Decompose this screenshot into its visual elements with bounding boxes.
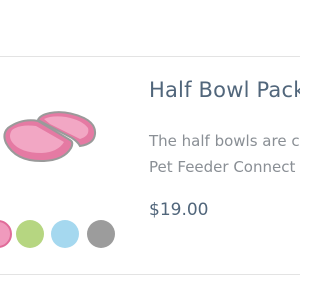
description-line-1: The half bowls are co [149,132,300,150]
product-description: The half bowls are co Pet Feeder Connect… [149,128,300,180]
product-price: $19.00 [149,200,209,220]
color-swatch-green[interactable] [16,220,44,248]
color-swatch-pink[interactable] [0,220,12,248]
color-swatch-blue[interactable] [51,220,79,248]
color-swatch-gray[interactable] [87,220,115,248]
top-divider [0,56,300,57]
product-title[interactable]: Half Bowl Pack [149,78,300,102]
product-card: Half Bowl Pack The half bowls are co Pet… [0,0,300,300]
half-bowls-product-image[interactable] [0,100,105,175]
bottom-divider [0,274,300,275]
description-line-2: Pet Feeder Connect c [149,158,300,176]
